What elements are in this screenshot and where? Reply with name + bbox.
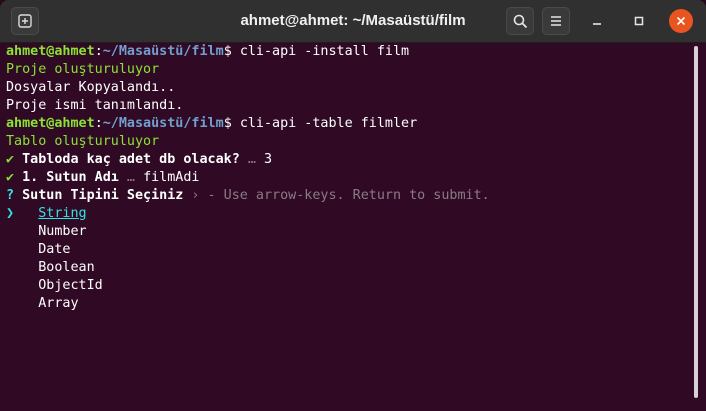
hamburger-menu-icon [551, 16, 561, 26]
prompt-separator: : [94, 44, 103, 59]
close-icon [676, 16, 686, 26]
option-label: ObjectId [38, 278, 103, 293]
prompt-user: ahmet@ahmet [6, 116, 95, 131]
option-label: Number [38, 224, 87, 239]
ellipsis: … [118, 170, 144, 185]
question-text: 1. Sutun Adı [22, 170, 119, 185]
option-item[interactable]: Number [6, 223, 692, 241]
option-label: Date [38, 242, 71, 257]
output-line: Dosyalar Kopyalandı.. [6, 80, 176, 95]
prompt-dollar: $ [223, 116, 240, 131]
prompt-user: ahmet@ahmet [6, 44, 95, 59]
option-item[interactable]: ObjectId [6, 277, 692, 295]
hint-text: › - Use arrow-keys. Return to submit. [183, 188, 490, 203]
check-icon: ✔ [6, 170, 15, 185]
question-text: Tabloda kaç adet db olacak? [22, 152, 240, 167]
option-item-selected[interactable]: ❯ String [6, 205, 692, 223]
option-item[interactable]: Boolean [6, 259, 692, 277]
output-line: Proje oluşturuluyor [6, 62, 160, 77]
new-tab-button[interactable] [11, 7, 39, 35]
prompt-line: ahmet@ahmet:~/Masaüstü/film$ cli-api -ta… [6, 115, 692, 133]
question-text: Sutun Tipini Seçiniz [22, 188, 184, 203]
maximize-icon [634, 16, 644, 26]
active-question: ? Sutun Tipini Seçiniz › - Use arrow-key… [6, 187, 692, 205]
new-tab-icon [18, 14, 32, 28]
check-icon: ✔ [6, 152, 15, 167]
prompt-dollar: $ [223, 44, 240, 59]
prompt-separator: : [94, 116, 103, 131]
answered-question: ✔ 1. Sutun Adı … filmAdi [6, 169, 692, 187]
option-item[interactable]: Date [6, 241, 692, 259]
answer-text: 3 [263, 152, 273, 167]
maximize-button[interactable] [627, 9, 651, 33]
option-label: String [38, 206, 87, 221]
option-item[interactable]: Array [6, 295, 692, 313]
prompt-path: ~/Masaüstü/film [102, 116, 224, 131]
title-bar: ahmet@ahmet: ~/Masaüstü/film [0, 0, 706, 43]
search-icon [513, 14, 528, 29]
menu-button[interactable] [542, 7, 570, 35]
prompt-path: ~/Masaüstü/film [102, 44, 224, 59]
terminal-output[interactable]: ahmet@ahmet:~/Masaüstü/film$ cli-api -in… [0, 43, 692, 411]
ellipsis: … [239, 152, 264, 167]
prompt-line: ahmet@ahmet:~/Masaüstü/film$ cli-api -in… [6, 43, 692, 61]
output-line: Proje ismi tanımlandı. [6, 98, 184, 113]
close-button[interactable] [669, 9, 693, 33]
search-button[interactable] [506, 7, 534, 35]
command-text: cli-api -install film [239, 44, 410, 59]
minimize-button[interactable] [585, 9, 609, 33]
answer-text: filmAdi [143, 170, 200, 185]
pointer-icon: ❯ [6, 206, 15, 221]
scrollbar-thumb[interactable] [694, 46, 698, 398]
minimize-icon [593, 23, 601, 25]
option-label: Array [38, 296, 79, 311]
terminal-window: ahmet@ahmet: ~/Masaüstü/film ahmet@ahmet… [0, 0, 706, 411]
answered-question: ✔ Tabloda kaç adet db olacak? … 3 [6, 151, 692, 169]
question-mark-icon: ? [6, 188, 15, 203]
command-text: cli-api -table filmler [239, 116, 418, 131]
option-label: Boolean [38, 260, 95, 275]
output-line: Tablo oluşturuluyor [6, 134, 160, 149]
